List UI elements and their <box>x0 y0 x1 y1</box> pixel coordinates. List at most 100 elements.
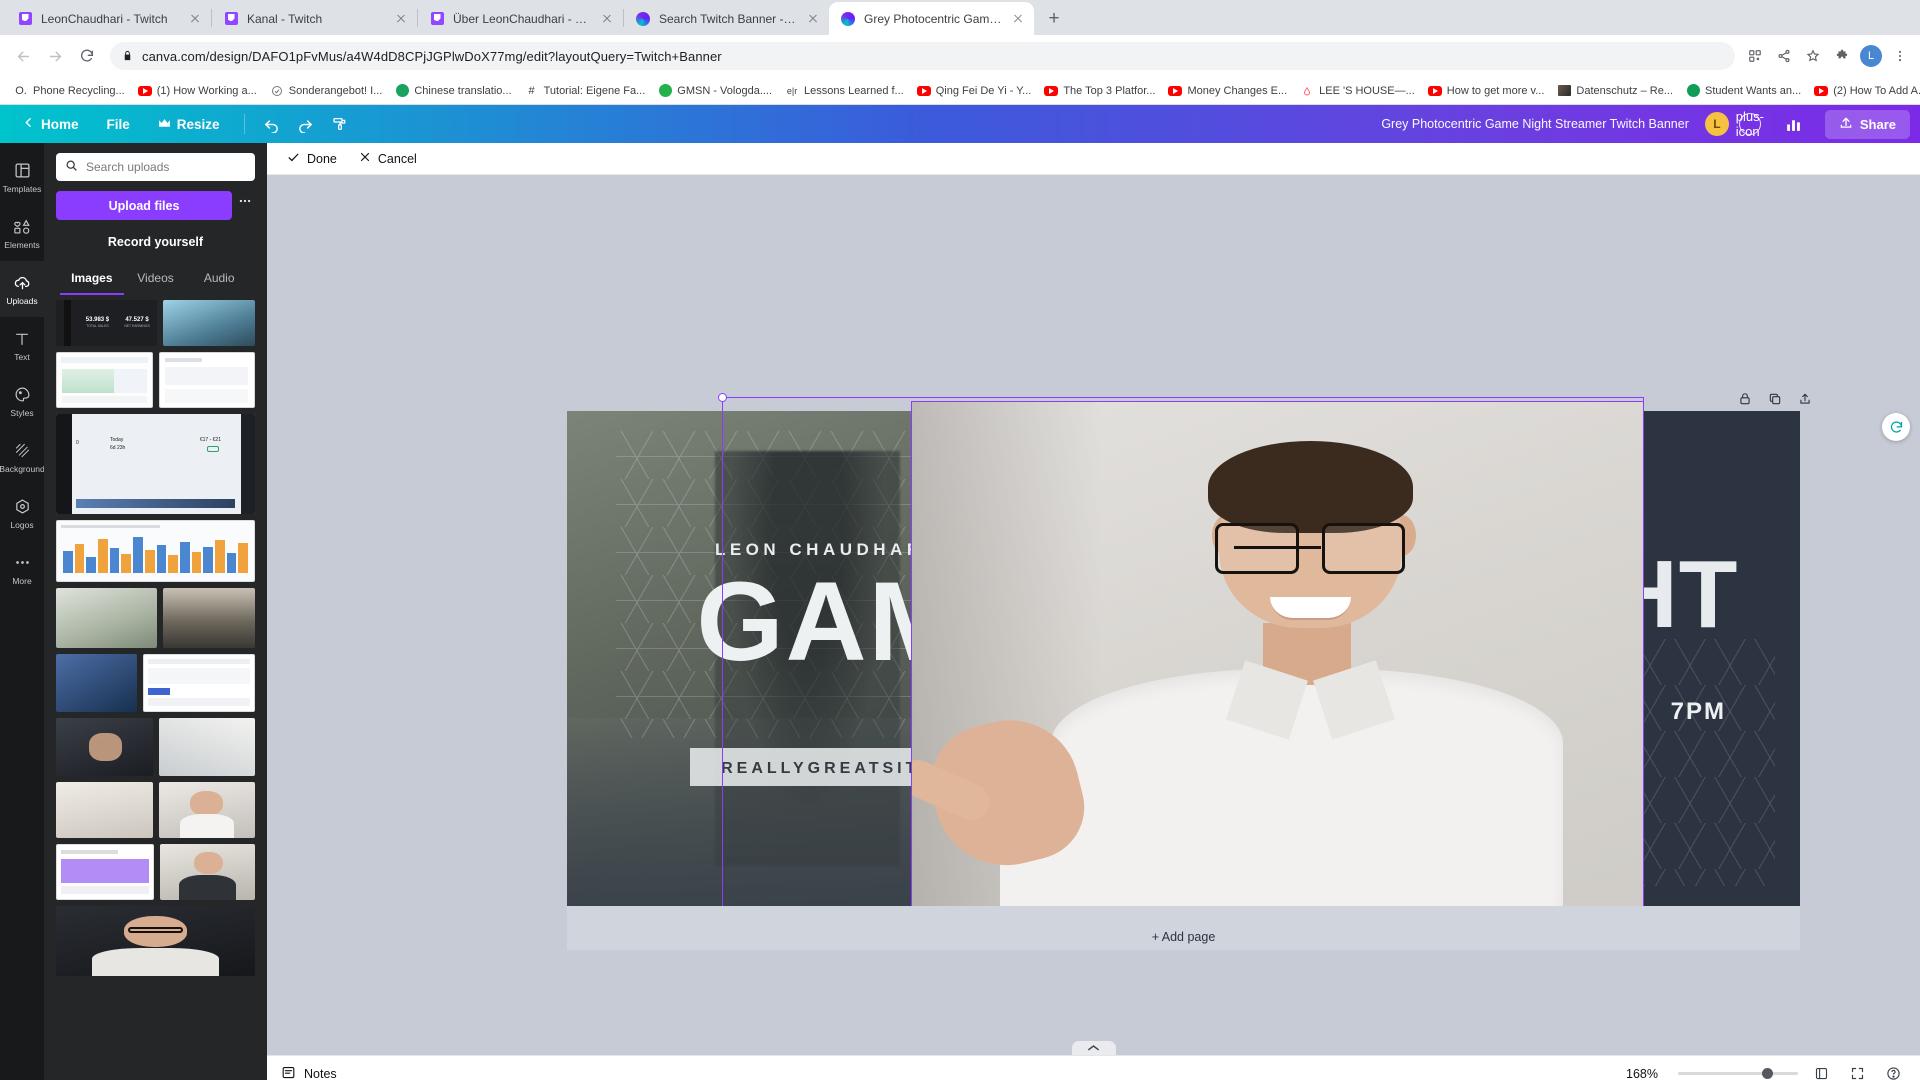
paint-roller-icon[interactable] <box>325 109 355 139</box>
list-item[interactable]: 0 Today 6d 23h €17 - €21 <box>56 414 255 514</box>
bookmark-item[interactable]: #Tutorial: Eigene Fa... <box>519 81 652 101</box>
selection-frame[interactable] <box>722 397 1644 917</box>
upload-files-button[interactable]: Upload files <box>56 191 232 220</box>
bookmark-item[interactable]: Sonderangebot! I... <box>264 81 389 101</box>
new-tab-button[interactable]: + <box>1040 4 1068 32</box>
share-button[interactable]: Share <box>1825 110 1910 139</box>
notes-button[interactable]: Notes <box>281 1065 337 1080</box>
crop-cancel-button[interactable]: Cancel <box>351 147 425 170</box>
share-node-icon[interactable] <box>1797 391 1813 407</box>
bar-chart-icon[interactable] <box>1779 109 1809 139</box>
element-toolbar <box>1737 391 1813 407</box>
list-item[interactable] <box>56 782 153 838</box>
zoom-slider-knob[interactable] <box>1762 1068 1773 1079</box>
zoom-slider[interactable] <box>1678 1072 1798 1075</box>
tab-audio[interactable]: Audio <box>187 265 251 295</box>
list-item[interactable] <box>159 718 256 776</box>
bookmark-item[interactable]: (1) How Working a... <box>132 81 263 101</box>
reload-icon[interactable] <box>72 41 102 71</box>
menu-kebab-icon[interactable] <box>1888 44 1912 68</box>
list-item[interactable]: 53.983 $TOTAL SALES 47.527 $NET EARNINGS <box>56 300 157 346</box>
add-page-button[interactable]: + Add page <box>567 924 1800 950</box>
sidebar-item-styles[interactable]: Styles <box>0 373 44 429</box>
bookmark-item[interactable]: (2) How To Add A... <box>1808 81 1920 101</box>
bookmark-item[interactable]: Qing Fei De Yi - Y... <box>911 81 1038 101</box>
resize-handle-top-left[interactable] <box>718 393 727 402</box>
address-bar[interactable]: canva.com/design/DAFO1pFvMus/a4W4dD8CPjJ… <box>110 42 1735 70</box>
list-item[interactable] <box>56 520 255 582</box>
browser-tab-3[interactable]: Über LeonChaudhari - Twitch <box>418 2 623 35</box>
pages-icon[interactable] <box>1808 1061 1834 1080</box>
qr-icon[interactable] <box>1743 44 1767 68</box>
sidebar-item-background[interactable]: Background <box>0 429 44 485</box>
design-title[interactable]: Grey Photocentric Game Night Streamer Tw… <box>1381 117 1689 131</box>
list-item[interactable] <box>163 588 255 648</box>
close-icon[interactable] <box>187 11 203 27</box>
bookmark-item[interactable]: Datenschutz – Re... <box>1551 81 1679 101</box>
extension-puzzle-icon[interactable] <box>1830 44 1854 68</box>
browser-tab-4[interactable]: Search Twitch Banner - Canva <box>624 2 829 35</box>
bookmark-item[interactable]: e|rLessons Learned f... <box>779 81 910 101</box>
resize-button[interactable]: Resize <box>146 111 232 138</box>
list-item[interactable] <box>159 782 256 838</box>
file-menu-button[interactable]: File <box>95 111 142 138</box>
add-member-icon[interactable]: plus-icon <box>1739 113 1761 135</box>
search-input[interactable]: Search uploads <box>56 153 255 181</box>
design-canvas-area[interactable]: LEON CHAUDHARI GAME REALLYGREATSITE NIGH… <box>267 175 1920 1055</box>
browser-tab-2[interactable]: Kanal - Twitch <box>212 2 417 35</box>
list-item[interactable] <box>56 718 153 776</box>
close-icon[interactable] <box>805 11 821 27</box>
undo-icon[interactable] <box>257 109 287 139</box>
upload-arrow-icon <box>1839 116 1853 133</box>
list-item[interactable] <box>143 654 255 712</box>
green-circle-icon <box>1686 84 1700 98</box>
list-item[interactable] <box>163 300 255 346</box>
zoom-level-label[interactable]: 168% <box>1626 1067 1658 1080</box>
browser-tab-5-active[interactable]: Grey Photocentric Game Night <box>829 2 1034 35</box>
list-item[interactable] <box>56 588 157 648</box>
expand-icon[interactable] <box>1844 1061 1870 1080</box>
sidebar-item-elements[interactable]: Elements <box>0 205 44 261</box>
list-item[interactable] <box>56 906 255 976</box>
upload-more-options-button[interactable] <box>235 186 255 215</box>
list-item[interactable] <box>56 654 137 712</box>
sidebar-item-logos[interactable]: Logos <box>0 485 44 541</box>
sidebar-item-templates[interactable]: Templates <box>0 149 44 205</box>
record-yourself-button[interactable]: Record yourself <box>56 229 255 255</box>
bookmark-item[interactable]: The Top 3 Platfor... <box>1038 81 1161 101</box>
redo-icon[interactable] <box>291 109 321 139</box>
list-item[interactable] <box>160 844 256 900</box>
bookmark-item[interactable]: Money Changes E... <box>1162 81 1293 101</box>
duplicate-icon[interactable] <box>1767 391 1783 407</box>
bookmark-item[interactable]: LEE 'S HOUSE—... <box>1294 81 1421 101</box>
sidebar-item-more[interactable]: More <box>0 541 44 597</box>
share-icon[interactable] <box>1772 44 1796 68</box>
account-avatar[interactable]: L <box>1859 44 1883 68</box>
close-icon[interactable] <box>393 11 409 27</box>
avatar[interactable]: L <box>1705 112 1729 136</box>
close-icon[interactable] <box>1010 11 1026 27</box>
bookmark-item[interactable]: O.Phone Recycling... <box>8 81 131 101</box>
forward-icon[interactable] <box>40 41 70 71</box>
tab-videos[interactable]: Videos <box>124 265 188 295</box>
lock-icon[interactable] <box>1737 391 1753 407</box>
home-button[interactable]: Home <box>10 110 91 138</box>
close-icon[interactable] <box>599 11 615 27</box>
rotate-view-button[interactable] <box>1882 413 1910 441</box>
crop-done-button[interactable]: Done <box>279 147 345 171</box>
sidebar-item-uploads[interactable]: Uploads <box>0 261 44 317</box>
list-item[interactable] <box>159 352 256 408</box>
back-icon[interactable] <box>8 41 38 71</box>
bookmark-item[interactable]: Chinese translatio... <box>389 81 517 101</box>
bookmark-item[interactable]: How to get more v... <box>1422 81 1551 101</box>
list-item[interactable] <box>56 352 153 408</box>
bookmark-star-icon[interactable] <box>1801 44 1825 68</box>
browser-tab-1[interactable]: LeonChaudhari - Twitch <box>6 2 211 35</box>
bookmark-item[interactable]: GMSN - Vologda.... <box>652 81 778 101</box>
chevron-up-icon[interactable] <box>1072 1041 1116 1055</box>
help-circle-icon[interactable] <box>1880 1061 1906 1080</box>
tab-images[interactable]: Images <box>60 265 124 295</box>
sidebar-item-text[interactable]: Text <box>0 317 44 373</box>
list-item[interactable] <box>56 844 154 900</box>
bookmark-item[interactable]: Student Wants an... <box>1680 81 1807 101</box>
